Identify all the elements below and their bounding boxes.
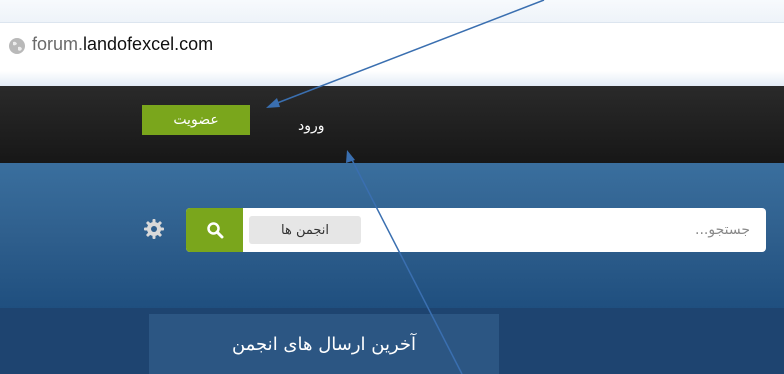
tab-latest-posts[interactable]: آخرین ارسال های انجمن <box>149 314 499 374</box>
search-box: انجمن ها <box>186 208 766 252</box>
globe-icon <box>9 38 25 54</box>
browser-top-strip <box>0 0 784 23</box>
gear-icon[interactable] <box>143 218 165 240</box>
url-domain: landofexcel.com <box>83 34 214 54</box>
site-navbar: عضویت ورود <box>0 86 784 163</box>
url-subdomain: forum. <box>32 34 84 54</box>
login-link[interactable]: ورود <box>298 118 325 134</box>
search-scope-chip[interactable]: انجمن ها <box>249 216 361 244</box>
sub-navigation: آخرین ارسال های انجمن <box>0 308 784 374</box>
address-bar[interactable]: forum.landofexcel.com <box>0 23 784 71</box>
search-button[interactable] <box>186 208 243 252</box>
search-input[interactable] <box>366 208 756 252</box>
search-icon <box>206 222 223 239</box>
join-button[interactable]: عضویت <box>142 105 250 135</box>
url-text[interactable]: forum.landofexcel.com <box>32 34 213 55</box>
site-header: انجمن ها <box>0 163 784 308</box>
browser-tab-strip <box>0 71 784 86</box>
